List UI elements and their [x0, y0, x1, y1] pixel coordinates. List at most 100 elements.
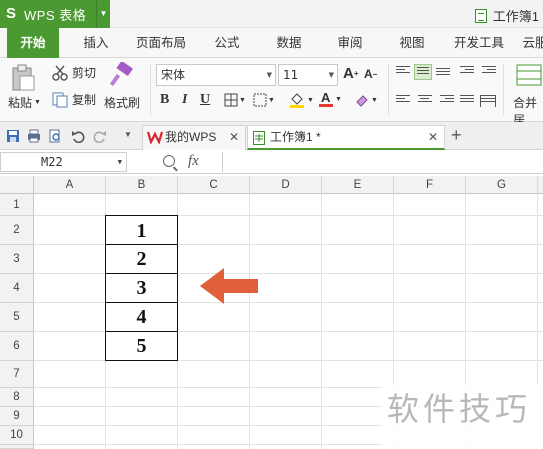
zoom-icon[interactable] — [163, 155, 175, 167]
name-box[interactable]: M22 ▼ — [0, 152, 127, 172]
select-all-corner[interactable] — [0, 176, 34, 194]
ribbon-toolbar: 粘贴 ▼ 剪切 复制 格式刷 宋体 ▼ 11 ▼ A + A − B I U ▼… — [0, 58, 543, 127]
format-painter-button[interactable] — [110, 62, 134, 88]
qa-customize-chevron-icon[interactable]: ▼ — [124, 130, 132, 139]
close-icon[interactable]: ✕ — [428, 126, 438, 148]
indent-increase-icon[interactable] — [482, 66, 496, 78]
row-header-9[interactable]: 9 — [0, 407, 34, 426]
align-bottom-icon[interactable] — [436, 68, 450, 80]
paste-label-row[interactable]: 粘贴 ▼ — [8, 94, 41, 111]
align-justify-icon[interactable] — [460, 95, 474, 107]
font-name-select[interactable]: 宋体 ▼ — [156, 64, 276, 86]
name-box-value: M22 — [41, 155, 63, 169]
formula-input[interactable] — [222, 152, 543, 172]
tab-insert[interactable]: 插入 — [72, 28, 120, 58]
tab-review[interactable]: 审阅 — [328, 28, 372, 58]
cell-fill-button[interactable]: ▼ — [253, 93, 275, 107]
column-header-g[interactable]: G — [466, 176, 538, 194]
paste-button[interactable] — [10, 64, 36, 92]
row-header-2[interactable]: 2 — [0, 216, 34, 245]
fill-color-button[interactable]: ▼ — [288, 91, 314, 109]
fx-icon[interactable]: fx — [188, 153, 199, 170]
row-header-10[interactable]: 10 — [0, 426, 34, 445]
column-header-f[interactable]: F — [394, 176, 466, 194]
chevron-down-icon: ▼ — [266, 71, 272, 79]
tab-cloud[interactable]: 云服 — [520, 28, 543, 58]
row-header-4[interactable]: 4 — [0, 274, 34, 303]
paste-label: 粘贴 — [8, 96, 33, 110]
row-header-1[interactable]: 1 — [0, 194, 34, 216]
divider — [503, 64, 504, 116]
fill-color-swatch — [290, 105, 304, 108]
align-left-icon[interactable] — [396, 95, 410, 107]
font-color-icon: A — [319, 90, 333, 107]
print-icon[interactable] — [27, 129, 41, 143]
cut-button[interactable]: 剪切 — [52, 64, 96, 81]
tab-developer[interactable]: 开发工具 — [450, 28, 508, 58]
merge-center-icon — [516, 64, 542, 86]
app-menu-button[interactable]: S WPS 表格 ▼ — [0, 0, 110, 28]
copy-button[interactable]: 复制 — [52, 91, 96, 108]
row-header-7[interactable]: 7 — [0, 361, 34, 388]
increase-font-icon[interactable]: A + — [343, 65, 359, 82]
doc-tab-my-wps[interactable]: 我的WPS ✕ — [142, 125, 246, 150]
chevron-down-icon[interactable]: ▼ — [96, 0, 110, 28]
clear-format-icon — [356, 95, 368, 107]
decrease-font-icon[interactable]: A − — [364, 67, 377, 81]
distributed-align-icon[interactable] — [480, 95, 496, 107]
save-icon[interactable] — [6, 129, 20, 143]
spreadsheet-doc-icon — [253, 131, 265, 145]
clear-format-button[interactable]: ▼ — [354, 92, 378, 108]
undo-icon[interactable] — [71, 129, 85, 143]
close-icon[interactable]: ✕ — [229, 126, 239, 148]
fill-color-icon — [290, 93, 304, 108]
column-header-b[interactable]: B — [106, 176, 178, 194]
font-size-value: 11 — [283, 68, 299, 82]
align-top-icon[interactable] — [396, 66, 410, 78]
tab-formulas[interactable]: 公式 — [205, 28, 249, 58]
row-header-3[interactable]: 3 — [0, 245, 34, 274]
copy-icon — [52, 92, 68, 107]
cell-b5[interactable]: 4 — [105, 303, 178, 332]
font-size-select[interactable]: 11 ▼ — [278, 64, 338, 86]
indent-decrease-icon[interactable] — [460, 66, 474, 78]
tab-home[interactable]: 开始 — [7, 28, 59, 58]
ribbon-tab-bar: 开始 插入 页面布局 公式 数据 审阅 视图 开发工具 云服 — [0, 28, 543, 58]
format-painter-label: 格式刷 — [104, 96, 141, 110]
merge-center-button[interactable] — [516, 63, 542, 87]
cell-b3[interactable]: 2 — [105, 245, 178, 274]
column-header-c[interactable]: C — [178, 176, 250, 194]
doc-tab-workbook1[interactable]: 工作簿1 * ✕ — [247, 125, 445, 150]
align-right-icon[interactable] — [440, 95, 454, 107]
cell-b4[interactable]: 3 — [105, 274, 178, 303]
cell-b6[interactable]: 5 — [105, 332, 178, 361]
cell-pattern-icon — [253, 93, 267, 107]
underline-button[interactable]: U — [200, 92, 210, 108]
svg-text:A: A — [321, 90, 331, 105]
align-center-icon[interactable] — [418, 95, 432, 107]
column-header-e[interactable]: E — [322, 176, 394, 194]
tab-page-layout[interactable]: 页面布局 — [130, 28, 192, 58]
tab-data[interactable]: 数据 — [267, 28, 311, 58]
row-header-8[interactable]: 8 — [0, 388, 34, 407]
bold-button[interactable]: B — [160, 92, 169, 108]
divider — [150, 64, 151, 116]
cell-b2[interactable]: 1 — [105, 215, 178, 245]
column-header-d[interactable]: D — [250, 176, 322, 194]
redo-icon[interactable] — [93, 129, 107, 143]
quick-access-bar: ▼ 我的WPS ✕ 工作簿1 * ✕ + — [0, 122, 543, 150]
italic-button[interactable]: I — [182, 92, 187, 108]
font-color-button[interactable]: A ▼ — [318, 90, 342, 108]
document-title-text: 工作簿1 — [492, 9, 539, 24]
row-header-11[interactable] — [0, 445, 34, 449]
wps-s-logo-icon: S — [6, 5, 17, 22]
print-preview-icon[interactable] — [48, 129, 62, 143]
scissors-icon — [52, 65, 68, 81]
row-header-6[interactable]: 6 — [0, 332, 34, 361]
align-middle-icon[interactable] — [414, 64, 432, 80]
column-header-a[interactable]: A — [34, 176, 106, 194]
row-header-5[interactable]: 5 — [0, 303, 34, 332]
border-button[interactable]: ▼ — [224, 93, 246, 107]
tab-view[interactable]: 视图 — [390, 28, 434, 58]
new-tab-plus-icon[interactable]: + — [451, 126, 462, 144]
